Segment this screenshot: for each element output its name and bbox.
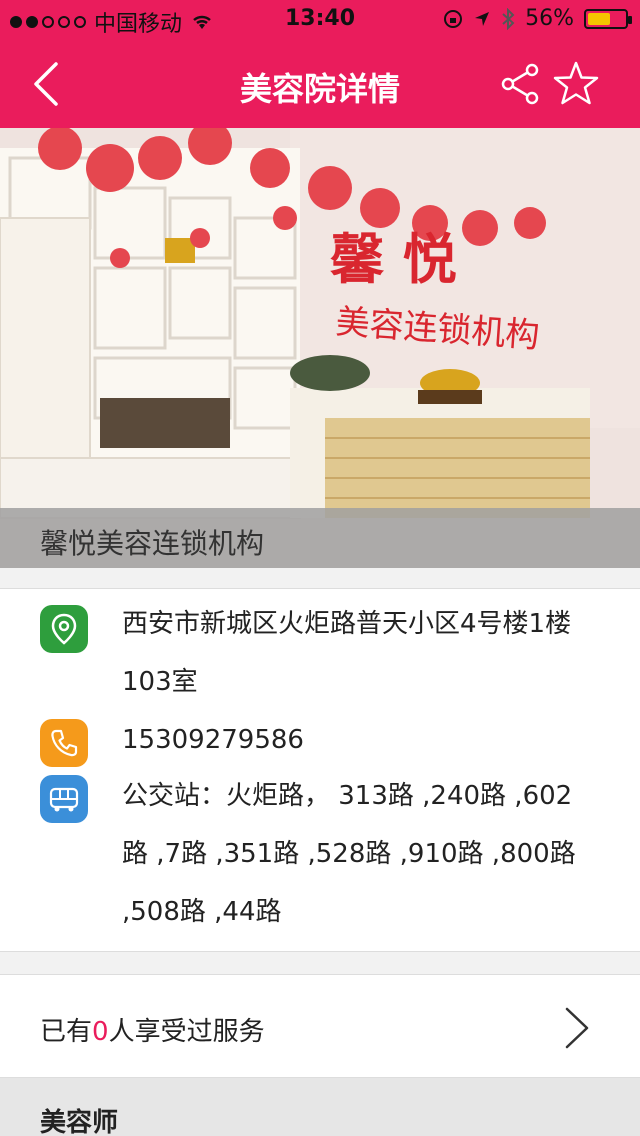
location-arrow-icon	[475, 11, 490, 26]
service-count-row[interactable]: 已有0人享受过服务	[0, 974, 640, 1078]
header: 中国移动 13:40 56% 美容院详情	[0, 0, 640, 128]
battery-icon	[584, 8, 632, 29]
salon-photo: 馨 悦 美容连锁机构 馨悦美容连锁机构	[0, 128, 640, 568]
nav-bar: 美容院详情	[0, 40, 640, 128]
bluetooth-icon	[502, 7, 515, 30]
address-line-1: 西安市新城区火炬路普天小区4号楼1楼	[122, 609, 572, 639]
service-count-label: 已有0人享受过服务	[40, 1011, 265, 1048]
battery-percent: 56%	[525, 6, 574, 31]
service-prefix: 已有	[40, 1017, 93, 1047]
chevron-right-icon[interactable]	[562, 1005, 592, 1051]
status-bar: 中国移动 13:40 56%	[0, 0, 640, 40]
page-title: 美容院详情	[239, 70, 400, 108]
bus-stations-text: 公交站：火炬路， 313路 ,240路 ,602 路 ,7路 ,351路 ,52…	[122, 767, 612, 941]
status-right: 56%	[443, 6, 632, 31]
service-suffix: 人享受过服务	[108, 1017, 265, 1047]
bus-line-3: ,508路 ,44路	[122, 897, 282, 927]
bus-line-1: 公交站：火炬路， 313路 ,240路 ,602	[122, 781, 573, 811]
location-pin-icon	[40, 605, 88, 653]
bus-line-2: 路 ,7路 ,351路 ,528路 ,910路 ,800路	[122, 839, 576, 869]
salon-interior-illustration: 馨 悦 美容连锁机构	[0, 128, 640, 568]
beautician-section-title: 美容师	[40, 1108, 119, 1136]
rotation-lock-icon	[444, 9, 463, 28]
phone-icon	[40, 719, 88, 767]
bus-icon	[40, 775, 88, 823]
address-text: 西安市新城区火炬路普天小区4号楼1楼 103室	[122, 595, 612, 711]
salon-detail-screen: 中国移动 13:40 56% 美容院详情 馨 悦 美容连锁机构 馨悦美容连锁机构…	[0, 0, 640, 1136]
wall-sign-title: 馨 悦	[330, 227, 457, 291]
phone-number: 15309279586	[122, 725, 304, 755]
share-icon[interactable]	[498, 62, 542, 106]
star-icon[interactable]	[552, 60, 600, 108]
address-line-2: 103室	[122, 667, 198, 697]
salon-info-card: 西安市新城区火炬路普天小区4号楼1楼 103室 15309279586 公交站：…	[0, 588, 640, 952]
salon-name: 馨悦美容连锁机构	[40, 527, 265, 560]
beautician-section-header: 美容师	[0, 1078, 640, 1136]
service-count: 0	[92, 1017, 109, 1047]
photo-caption-bar: 馨悦美容连锁机构	[0, 508, 640, 568]
